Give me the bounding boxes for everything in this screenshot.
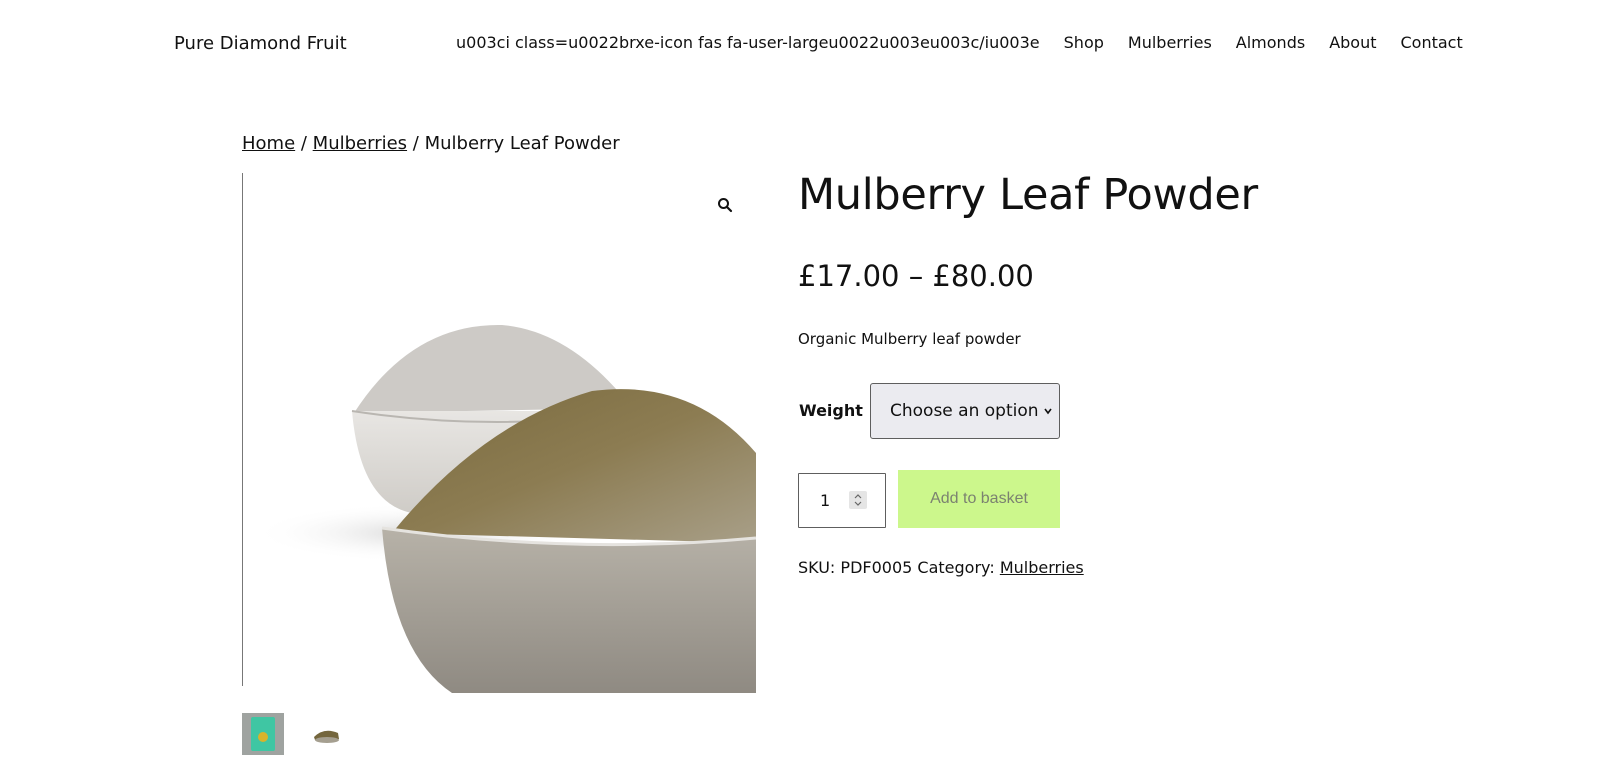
short-description: Organic Mulberry leaf powder (798, 330, 1021, 348)
nav-item-mulberries[interactable]: Mulberries (1128, 33, 1212, 52)
nav-item-about[interactable]: About (1329, 33, 1376, 52)
category-label: Category: (917, 558, 995, 577)
main-nav: u003ci class=u0022brxe-icon fas fa-user-… (456, 33, 1463, 52)
breadcrumb-separator: / (295, 133, 313, 154)
gallery-border (242, 173, 243, 686)
thumbnail-package[interactable] (242, 713, 284, 755)
breadcrumb-current: Mulberry Leaf Powder (424, 133, 620, 154)
weight-label: Weight (799, 401, 863, 420)
quantity-value: 1 (820, 491, 831, 510)
nav-item-almonds[interactable]: Almonds (1236, 33, 1305, 52)
up-down-icon (854, 494, 862, 506)
weight-select[interactable]: Choose an option (870, 383, 1060, 439)
quantity-input[interactable]: 1 (798, 473, 886, 528)
nav-item-shop[interactable]: Shop (1064, 33, 1104, 52)
breadcrumb-category[interactable]: Mulberries (313, 133, 407, 154)
magnifier-icon (718, 198, 733, 213)
powder-bowls-image (252, 324, 756, 693)
product-main-image[interactable] (242, 173, 756, 693)
breadcrumb-home[interactable]: Home (242, 133, 295, 154)
chevron-down-icon (1044, 408, 1052, 415)
product-thumbnails (242, 713, 348, 755)
nav-item-account-icon-text[interactable]: u003ci class=u0022brxe-icon fas fa-user-… (456, 33, 1040, 52)
product-title: Mulberry Leaf Powder (798, 170, 1258, 220)
breadcrumb: Home / Mulberries / Mulberry Leaf Powder (242, 133, 620, 154)
thumbnail-powder[interactable] (306, 713, 348, 755)
quantity-stepper[interactable] (849, 491, 867, 509)
zoom-button[interactable] (710, 193, 740, 217)
price-range: £17.00 – £80.00 (798, 259, 1034, 293)
category-link[interactable]: Mulberries (1000, 558, 1084, 577)
site-title[interactable]: Pure Diamond Fruit (174, 33, 347, 54)
product-meta: SKU: PDF0005 Category: Mulberries (798, 558, 1084, 577)
nav-item-contact[interactable]: Contact (1401, 33, 1463, 52)
add-to-basket-button[interactable]: Add to basket (898, 470, 1060, 528)
sku-value: PDF0005 (840, 558, 913, 577)
breadcrumb-separator: / (407, 133, 425, 154)
weight-select-value: Choose an option (890, 401, 1039, 421)
sku-label: SKU: (798, 558, 836, 577)
